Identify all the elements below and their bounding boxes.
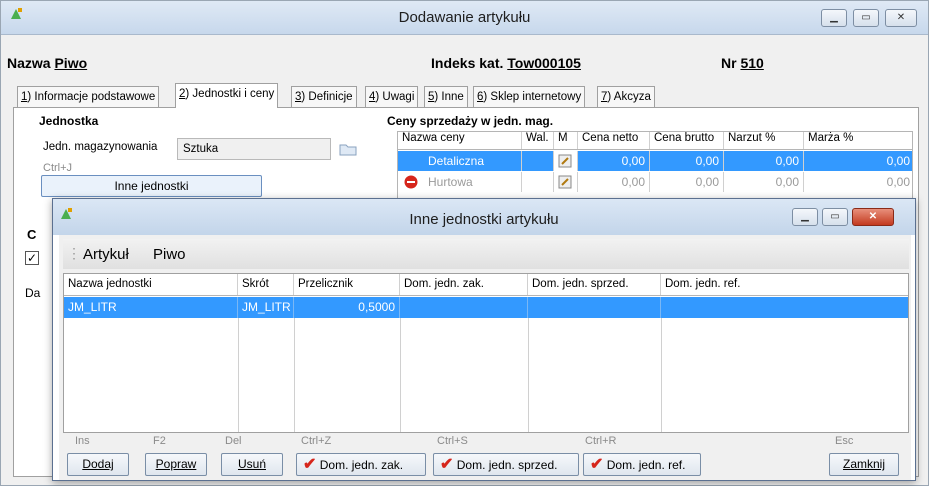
del-hint: Del [225,435,242,447]
units-table: Nazwa jednostki Skrót Przelicznik Dom. j… [63,273,909,433]
index-value[interactable]: Tow000105 [507,55,581,71]
edit-button[interactable]: Popraw [145,453,207,476]
col-factor: Przelicznik [294,274,400,295]
col-price-name: Nazwa ceny [398,132,522,149]
number-value[interactable]: 510 [740,55,763,71]
tab-notes[interactable]: 4) Uwagi [365,86,419,108]
dialog-close-button[interactable]: ✕ [852,208,894,226]
col-currency: Wal. [522,132,554,149]
close-icon: ✕ [868,211,878,222]
other-units-button[interactable]: Inne jednostki [41,175,262,197]
maximize-icon: ▭ [830,211,840,222]
tab-definitions[interactable]: 3) Definicje [291,86,357,108]
col-dom-zak: Dom. jedn. zak. [400,274,528,295]
no-entry-icon [404,175,418,189]
dialog-title-bar: Inne jednostki artykułu ▁ ▭ ✕ [53,199,915,235]
prices-table: Nazwa ceny Wal. M Cena netto Cena brutto… [397,131,913,203]
ctrl-r-hint: Ctrl+R [585,435,617,447]
index-label: Indeks kat. [431,55,504,71]
default-purchase-unit-button[interactable]: ✔ Dom. jedn. zak. [296,453,426,476]
folder-icon[interactable] [339,142,357,156]
minimize-icon: ▁ [801,211,809,222]
edit-icon[interactable] [558,175,572,189]
tab-excise[interactable]: 7) Akcyza [597,86,655,108]
unit-group-title: Jednostka [39,114,99,128]
name-value[interactable]: Piwo [54,55,87,71]
price-row[interactable]: Detaliczna 0,00 0,00 0,00 0,00 [398,151,912,171]
col-dom-ref: Dom. jedn. ref. [665,278,741,290]
window-title: Dodawanie artykułu [398,9,531,26]
tab-other[interactable]: 5) Inne [424,86,468,108]
esc-hint: Esc [835,435,854,447]
default-sales-unit-button[interactable]: ✔ Dom. jedn. sprzed. [433,453,579,476]
col-margin: Marża % [808,132,854,144]
name-label: Nazwa [7,55,51,71]
checkmark-icon: ✔ [303,456,317,473]
tab-basic-info[interactable]: 1) Informacje podstawowe [17,86,160,108]
number-field: Nr 510 [721,55,764,71]
ctrl-j-hint: Ctrl+J [43,162,73,174]
delete-button[interactable]: Usuń [221,453,283,476]
ins-hint: Ins [75,435,90,447]
maximize-button[interactable]: ▭ [853,9,879,27]
tab-units-prices[interactable]: 2) Jednostki i ceny [175,83,279,108]
article-value: Piwo [153,246,186,263]
col-m: M [554,132,578,149]
minimize-button[interactable]: ▁ [821,9,847,27]
name-field: Nazwa Piwo [7,55,87,71]
cut-label: Da [25,286,41,300]
article-strip: ⋮ Artykuł Piwo [63,239,909,269]
prices-group-title: Ceny sprzedaży w jedn. mag. [387,114,554,128]
add-button[interactable]: Dodaj [67,453,129,476]
maximize-icon: ▭ [861,12,871,23]
index-field: Indeks kat. Tow000105 [431,55,581,71]
dialog-maximize-button[interactable]: ▭ [822,208,848,226]
checkmark-icon: ✔ [440,456,454,473]
dialog-title: Inne jednostki artykułu [409,211,559,228]
col-net: Cena netto [578,132,650,149]
close-button[interactable]: ✕ [885,9,917,27]
grip-icon: ⋮ [67,245,81,261]
units-header-row: Nazwa jednostki Skrót Przelicznik Dom. j… [64,274,908,296]
cut-group-label: C [27,227,37,242]
col-unit-name: Nazwa jednostki [64,274,238,295]
hidden-checkbox[interactable]: ✓ [25,251,39,265]
minimize-icon: ▁ [830,12,838,23]
f2-hint: F2 [153,435,166,447]
ctrl-z-hint: Ctrl+Z [301,435,332,447]
number-label: Nr [721,55,737,71]
close-dialog-button[interactable]: Zamknij [829,453,899,476]
dialog-minimize-button[interactable]: ▁ [792,208,818,226]
ctrl-s-hint: Ctrl+S [437,435,468,447]
unit-field[interactable]: Sztuka [177,138,331,160]
edit-icon[interactable] [558,154,572,168]
unit-label: Jedn. magazynowania [43,141,158,153]
col-short: Skrót [238,274,294,295]
col-markup: Narzut % [724,132,804,149]
table-row[interactable]: JM_LITR JM_LITR 0,5000 [64,297,908,318]
tab-online-shop[interactable]: 6) Sklep internetowy [473,86,586,108]
prices-header-row: Nazwa ceny Wal. M Cena netto Cena brutto… [398,132,912,150]
default-ref-unit-button[interactable]: ✔ Dom. jedn. ref. [583,453,701,476]
close-icon: ✕ [896,12,906,23]
units-dialog: Inne jednostki artykułu ▁ ▭ ✕ ⋮ Artykuł … [52,198,916,481]
col-gross: Cena brutto [650,132,724,149]
article-label: Artykuł [83,246,129,263]
col-dom-sprzed: Dom. jedn. sprzed. [528,274,661,295]
checkmark-icon: ✔ [590,456,604,473]
price-row[interactable]: Hurtowa 0,00 0,00 0,00 0,00 [398,172,912,192]
title-bar: Dodawanie artykułu ▁ ▭ ✕ [1,1,928,35]
